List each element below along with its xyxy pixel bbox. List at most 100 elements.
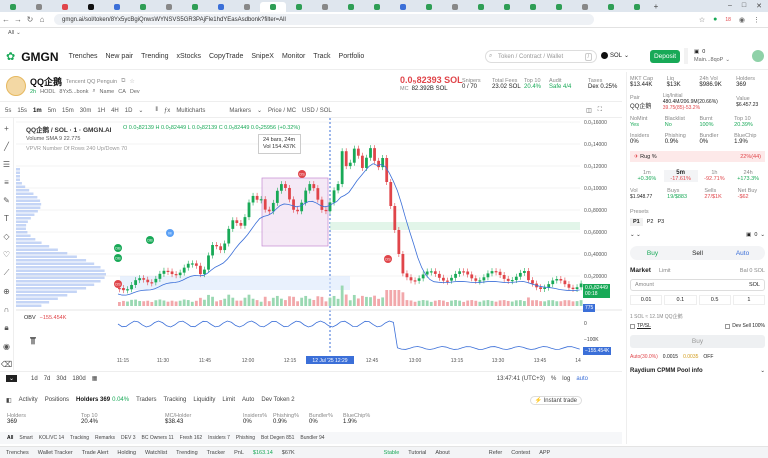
trash-icon[interactable]: ⌫ [1, 360, 12, 369]
browser-tab[interactable] [442, 2, 468, 12]
browser-tab[interactable] [624, 2, 650, 12]
range-7d[interactable]: 7d [44, 376, 51, 382]
tab-liquidity[interactable]: Liquidity [193, 397, 215, 403]
collapse-icon[interactable]: ⌄ [6, 375, 18, 382]
nav-item[interactable]: Portfolio [339, 53, 365, 60]
browser-tab[interactable] [338, 2, 364, 12]
tab-auto[interactable]: Auto [242, 397, 254, 403]
chevron-down-icon[interactable]: ⌄ [257, 107, 262, 114]
fee-priority[interactable]: 0.0015 [663, 354, 678, 360]
filter-chip[interactable]: Tracking [70, 435, 89, 441]
tab-dev-token[interactable]: Dev Token 2 [261, 397, 294, 403]
filter-chip[interactable]: KOL/VC 14 [39, 435, 64, 441]
nav-item[interactable]: CopyTrade [209, 53, 243, 60]
footer-link[interactable]: Holding [117, 450, 136, 456]
brush-icon[interactable]: ✎ [3, 196, 10, 205]
quick-amount[interactable]: 1 [732, 295, 765, 305]
buy-tab[interactable]: Buy [630, 250, 675, 257]
dev-sell-label[interactable]: Dev Sell 100% [732, 323, 765, 329]
interval-5s[interactable]: 5s [5, 108, 11, 114]
interval-5m[interactable]: 5m [48, 108, 56, 114]
fee-auto[interactable]: Auto(30.0%) [630, 354, 658, 360]
period-tab[interactable]: 5m -17.61% [663, 170, 698, 182]
browser-tab[interactable] [104, 2, 130, 12]
footer-link[interactable]: Tracker [207, 450, 225, 456]
interval-1d[interactable]: 1D [125, 108, 133, 114]
browser-tab[interactable] [156, 2, 182, 12]
footer-link[interactable]: PnL [234, 450, 244, 456]
range-180d[interactable]: 180d [72, 376, 85, 382]
browser-tab[interactable] [208, 2, 234, 12]
footer-link[interactable]: About [435, 450, 449, 456]
interval-15s[interactable]: 15s [17, 108, 27, 114]
quick-amount[interactable]: 0.1 [664, 295, 697, 305]
rug-bar[interactable]: ✈︎ Rug % 22%(44) [630, 151, 765, 162]
gmgn-logo-icon[interactable]: ✿ [6, 50, 15, 63]
tab-holders[interactable]: Holders 369 [76, 397, 110, 403]
close-icon[interactable]: ✕ [756, 2, 762, 10]
amount-input[interactable]: Amount SOL [630, 279, 765, 291]
price-mc-toggle[interactable]: Price / MC [268, 108, 296, 114]
calendar-icon[interactable]: ▦ [92, 375, 98, 382]
stat-audit[interactable]: Audit Safe 4/4 [549, 78, 581, 90]
instant-trade-button[interactable]: ⚡ Instant trade [529, 395, 582, 405]
chain-selector[interactable]: SOL ⌄ [601, 52, 629, 59]
link-ca[interactable]: CA [118, 89, 126, 95]
tab-tracking[interactable]: Tracking [164, 397, 187, 403]
search-input[interactable]: ⌕ Token / Contract / Wallet / [485, 50, 597, 63]
quick-amount[interactable]: 0.01 [630, 295, 663, 305]
filter-chip[interactable]: BC Owners 11 [142, 435, 174, 441]
candle-type-icon[interactable]: ⫴ [155, 107, 158, 114]
fee-mev[interactable]: OFF [703, 354, 713, 360]
browser-tab[interactable] [182, 2, 208, 12]
chevron-down-icon[interactable]: ⌄ ⌄ [630, 232, 641, 238]
browser-tab[interactable] [416, 2, 442, 12]
range-1d[interactable]: 1d [31, 376, 38, 382]
crosshair-icon[interactable]: + [4, 124, 9, 133]
preset-p1[interactable]: P1 [630, 218, 643, 226]
browser-tab[interactable] [26, 2, 52, 12]
tab-limit-order[interactable]: Limit [659, 268, 671, 274]
quick-amount[interactable]: 0.5 [698, 295, 731, 305]
period-tab[interactable]: 24h +173.3% [731, 170, 765, 182]
browser-tab-active[interactable] [260, 1, 286, 12]
zoom-icon[interactable]: ⊕ [3, 287, 10, 296]
avatar[interactable] [752, 50, 764, 62]
browser-tab[interactable] [546, 2, 572, 12]
footer-link[interactable]: Trending [176, 450, 198, 456]
nav-item[interactable]: Trending [141, 53, 168, 60]
camera-icon[interactable]: ◫ [586, 107, 592, 114]
browser-tab[interactable] [0, 2, 26, 12]
back-icon[interactable]: ← [0, 15, 12, 24]
wallet-balance[interactable]: ▣ 0 Main...8qoP ⌄ [694, 48, 730, 64]
star-icon[interactable]: ☆ [699, 16, 705, 24]
browser-tab[interactable] [598, 2, 624, 12]
nav-item[interactable]: SnipeX [251, 53, 274, 60]
interval-1m[interactable]: 1m [33, 108, 42, 114]
magnet-icon[interactable]: ∩ [4, 305, 10, 314]
period-tab[interactable]: 1h -92.71% [698, 170, 732, 182]
filter-chip[interactable]: Insiders 7 [208, 435, 230, 441]
footer-link[interactable]: Contest [511, 450, 530, 456]
minimize-icon[interactable]: – [728, 2, 732, 10]
browser-tab[interactable] [234, 2, 260, 12]
period-tab[interactable]: 1m +0.36% [630, 170, 664, 182]
filter-chip[interactable]: Bundler 94 [300, 435, 324, 441]
chevron-down-icon[interactable]: ⌄ [760, 232, 765, 238]
preset-p3[interactable]: P3 [657, 219, 664, 225]
reload-icon[interactable]: ↻ [24, 15, 36, 24]
tab-activity[interactable]: Activity [19, 397, 38, 403]
horizontal-line-icon[interactable]: ☰ [3, 160, 10, 169]
lock-icon[interactable]: 🔒︎ [4, 323, 8, 333]
tpsl-label[interactable]: TP/SL [637, 323, 651, 329]
nav-item[interactable]: New pair [105, 53, 133, 60]
star-icon[interactable]: ☆ [129, 78, 134, 85]
browser-tab[interactable] [312, 2, 338, 12]
checkbox[interactable] [630, 323, 635, 329]
footer-link[interactable]: APP [539, 450, 550, 456]
deposit-button[interactable]: Deposit [650, 50, 680, 63]
filter-chip[interactable]: Phishing [236, 435, 255, 441]
url-field[interactable]: gmgn.ai/sol/token/8Yx5ycBgiQnwsWYNSVS5GR… [54, 14, 594, 25]
interval-1h[interactable]: 1H [97, 108, 105, 114]
sidebar-toggle-icon[interactable]: ◧ [6, 397, 12, 404]
